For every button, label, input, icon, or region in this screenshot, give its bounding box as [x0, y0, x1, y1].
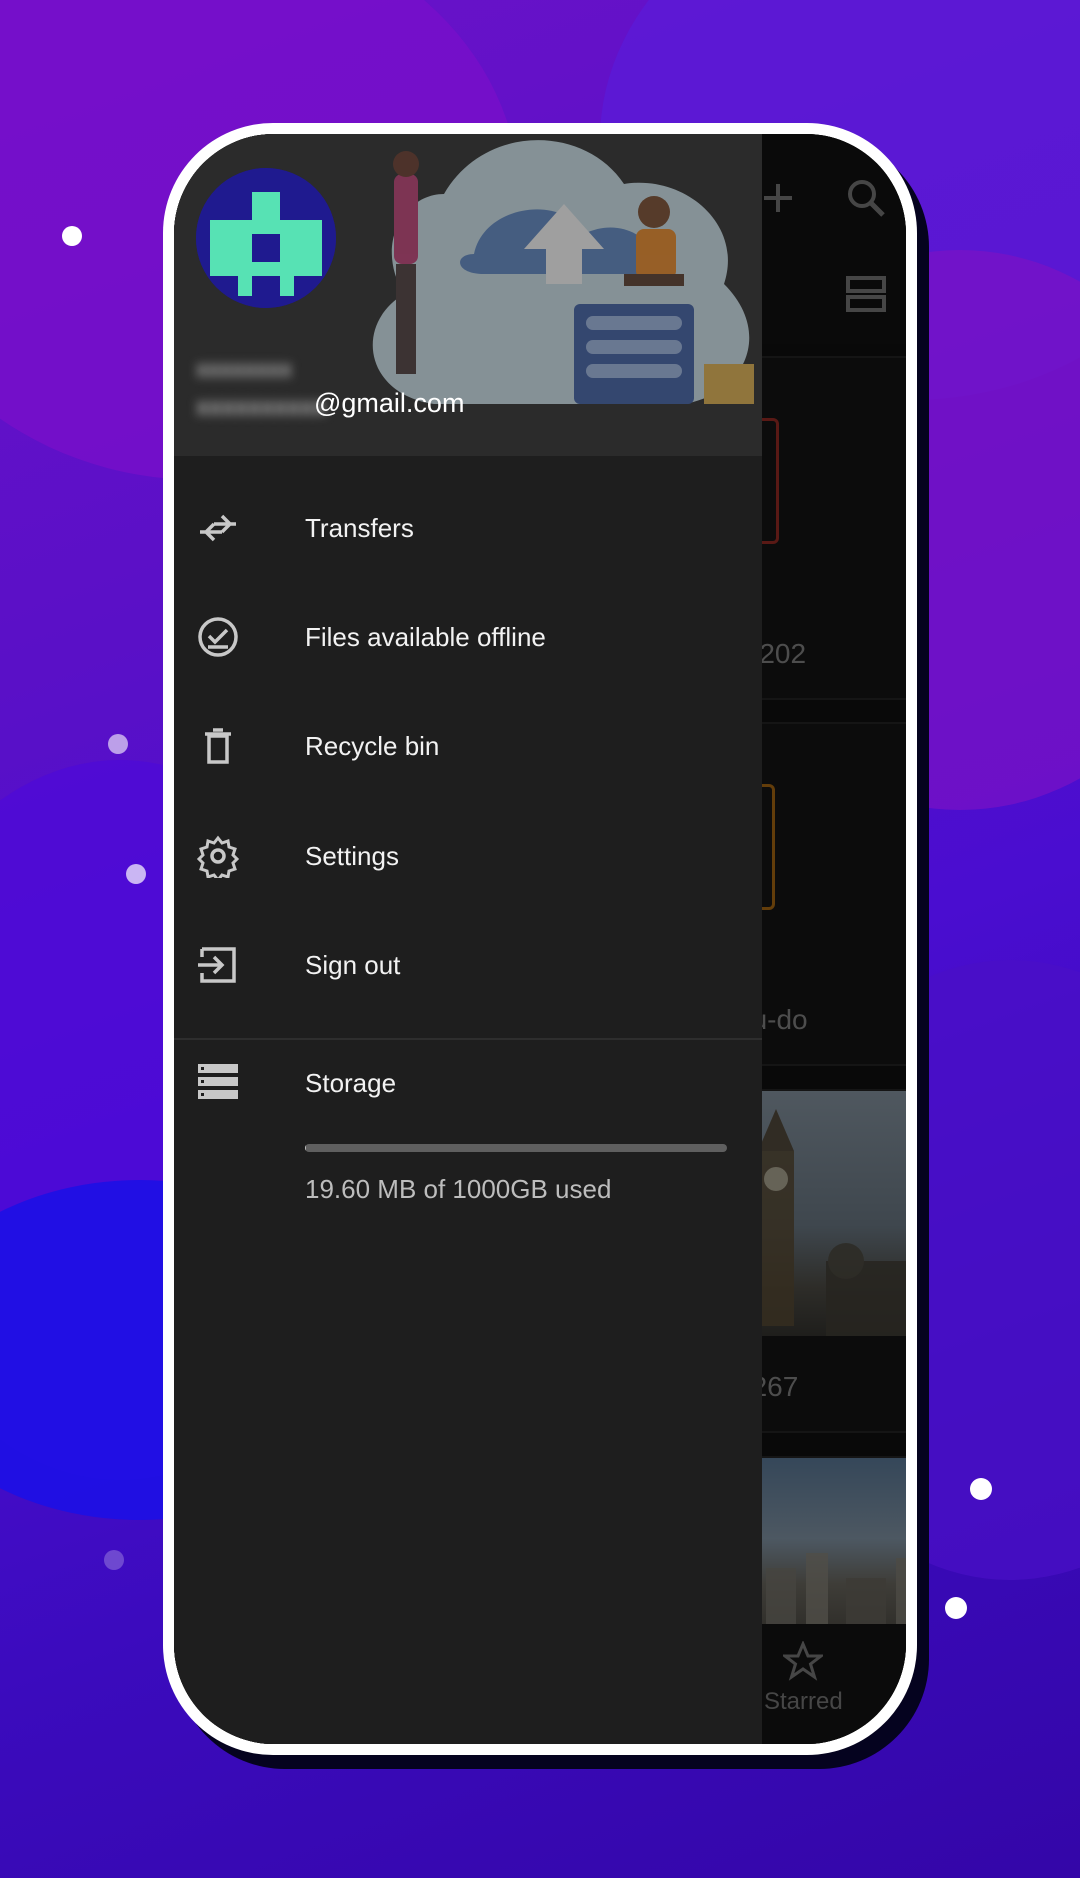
offline-check-icon [196, 615, 240, 659]
menu-item-settings[interactable]: Settings [174, 806, 762, 906]
menu-item-label: Files available offline [305, 621, 546, 652]
gear-icon [196, 834, 240, 878]
trash-icon [196, 724, 240, 768]
navigation-drawer: xxxxxxxx xxxxxxxxxx @gmail.com Transfers… [174, 134, 762, 1744]
transfer-arrows-icon [196, 506, 240, 550]
sign-out-icon [196, 943, 240, 987]
account-name: xxxxxxxx [196, 356, 292, 383]
menu-item-sign-out[interactable]: Sign out [174, 915, 762, 1015]
menu-item-transfers[interactable]: Transfers [174, 478, 762, 578]
account-email-prefix: xxxxxxxxxx [196, 391, 326, 421]
drawer-header: xxxxxxxx xxxxxxxxxx @gmail.com [174, 134, 762, 456]
menu-item-label: Recycle bin [305, 730, 440, 761]
menu-item-label: Transfers [305, 512, 414, 543]
storage-usage-bar [305, 1144, 727, 1152]
storage-section[interactable]: Storage [174, 1038, 762, 1134]
storage-usage-text: 19.60 MB of 1000GB used [305, 1174, 612, 1204]
decorative-dot [62, 226, 82, 246]
menu-item-label: Sign out [305, 949, 401, 980]
decorative-dot [126, 864, 146, 884]
decorative-dot [945, 1597, 967, 1619]
decorative-dot [104, 1550, 124, 1570]
decorative-dot [970, 1478, 992, 1500]
menu-item-recycle-bin[interactable]: Recycle bin [174, 696, 762, 796]
account-email: @gmail.com [314, 388, 465, 418]
storage-icon [196, 1060, 240, 1104]
decorative-dot [108, 734, 128, 754]
menu-item-label: Settings [305, 840, 399, 871]
phone-screen: e 202 ⋮ ou-do ⋮ 9267 [174, 134, 906, 1744]
phone-frame: e 202 ⋮ ou-do ⋮ 9267 [163, 123, 917, 1755]
storage-usage-fill [305, 1144, 306, 1152]
pixel-avatar-icon [196, 168, 336, 308]
menu-item-offline-files[interactable]: Files available offline [174, 587, 762, 687]
storage-label: Storage [305, 1068, 397, 1098]
avatar[interactable] [196, 168, 336, 308]
